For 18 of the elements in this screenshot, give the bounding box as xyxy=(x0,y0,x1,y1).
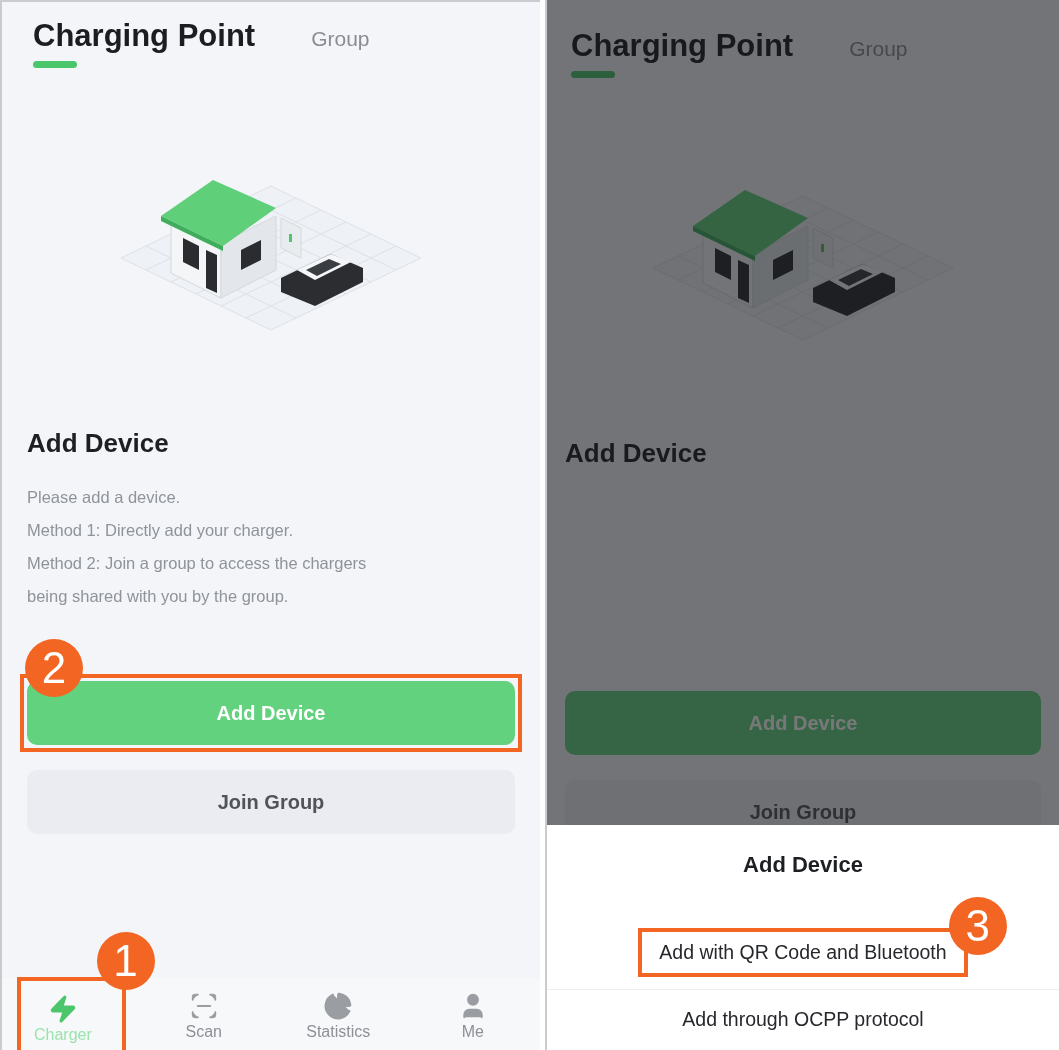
description-text: Method 1: Directly add your charger. xyxy=(27,520,294,541)
tab-bar-item[interactable]: Statistics xyxy=(271,978,406,1050)
header-tab[interactable]: Charging Point xyxy=(571,28,794,78)
join-group-button[interactable]: Join Group xyxy=(27,770,515,834)
description-text: Please add a device. xyxy=(27,487,182,508)
pie-chart-icon xyxy=(323,991,354,1021)
step-badge: 2 xyxy=(25,639,83,697)
tab-bar-item[interactable]: Me xyxy=(405,978,540,1050)
step-badge: 3 xyxy=(948,896,1007,955)
section-heading: Add Device xyxy=(565,438,708,469)
description-text: being shared with you by the group. xyxy=(27,586,290,607)
header-tab[interactable]: Group xyxy=(311,27,370,65)
sheet-option[interactable]: Add through OCPP protocol xyxy=(668,1002,938,1038)
header-tab[interactable]: Charging Point xyxy=(33,18,256,68)
description-text: Method 2: Join a group to access the chargers xyxy=(27,553,368,574)
step-badge: 1 xyxy=(96,932,155,990)
section-heading: Add Device xyxy=(27,428,170,459)
sheet-title: Add Device xyxy=(743,852,863,878)
